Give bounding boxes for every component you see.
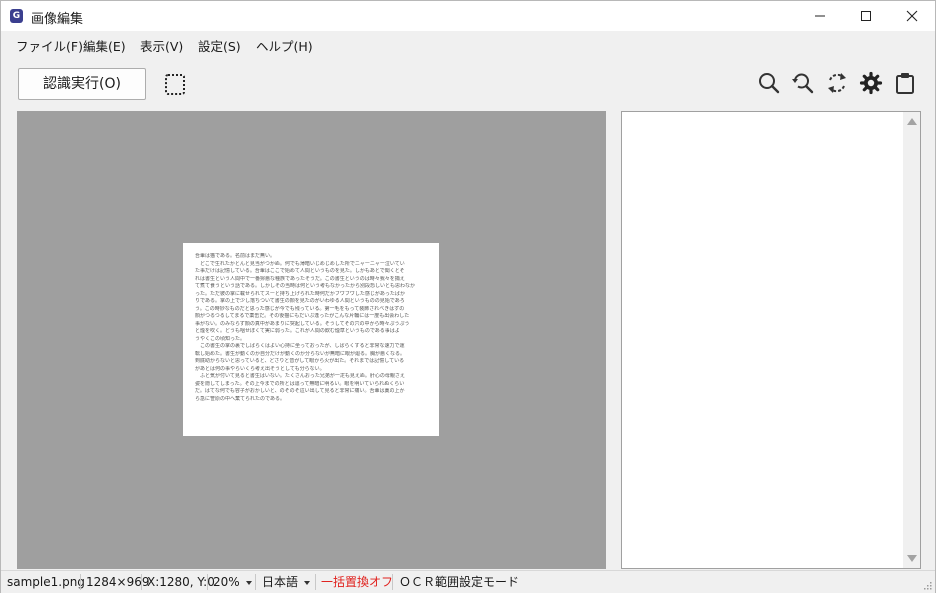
status-divider	[207, 574, 208, 590]
scroll-up-icon[interactable]	[907, 118, 917, 125]
settings-icon[interactable]	[859, 71, 883, 95]
image-canvas[interactable]: 吾輩は猫である。名前はまだ無い。 どこで生れたかとんと見当がつかぬ。何でも薄暗い…	[17, 111, 606, 569]
document-line: れは書生という人間中で一番獰悪な種族であったそうだ。この書生というのは時々我々を…	[195, 275, 405, 282]
menu-help[interactable]: ヘルプ(H)	[256, 36, 313, 55]
menu-edit[interactable]: 編集(E)	[83, 36, 126, 55]
document-line: と煙を吹く。どうも咽せぽくて実に弱った。これが人間の飲む煙草というものである事は…	[195, 328, 400, 334]
status-divider	[392, 574, 393, 590]
chevron-down-icon	[304, 580, 311, 585]
status-filename: sample1.png	[7, 575, 85, 589]
maximize-button[interactable]	[843, 1, 889, 31]
title-bar: G 画像編集	[1, 1, 935, 31]
close-button[interactable]	[889, 1, 935, 31]
menu-file[interactable]: ファイル(F)	[16, 36, 83, 55]
document-image: 吾輩は猫である。名前はまだ無い。 どこで生れたかとんと見当がつかぬ。何でも薄暗い…	[183, 243, 439, 436]
document-line: 転し始めた。書生が動くのか自分だけが動くのか分らないが無暗に眼が廻る。胸が悪くな…	[195, 350, 406, 357]
chevron-down-icon	[245, 580, 252, 585]
status-coordinates: X:1280, Y:0	[147, 575, 215, 589]
close-icon	[906, 10, 918, 22]
run-recognition-button[interactable]: 認識実行(O)	[18, 68, 146, 100]
document-line: 事がない。のみならず顔の真中があまりに突起している。そうしてその穴の中から時々ぷ…	[195, 320, 410, 327]
document-line: どこで生れたかとんと見当がつかぬ。何でも薄暗いじめじめした所でニャーニャー泣いて…	[195, 260, 405, 267]
language-value: 日本語	[262, 575, 299, 589]
document-line: だ。はてな何でも容子がおかしいと、のそのそ這い出して見ると非常に痛い。吾輩は藁の…	[195, 388, 405, 394]
document-line: りである。掌の上で少し落ちついて書生の顔を見たのがいわゆる人間というものの見始で…	[195, 298, 405, 304]
rotate-icon[interactable]	[825, 71, 849, 95]
document-line: う。この時妙なものだと思った感じが今でも残っている。第一毛をもって装飾されべきは…	[195, 305, 405, 312]
zoom-value: 20%	[213, 575, 240, 589]
window-title: 画像編集	[31, 12, 84, 27]
scroll-down-icon[interactable]	[907, 555, 917, 562]
document-line: 到底助からないと思っていると、どさりと音がして眼から火が出た。それまでは記憶して…	[195, 358, 405, 364]
app-window: G 画像編集 ファイル(F) 編集(E) 表示(V) 設定(S) ヘルプ(H) …	[0, 0, 936, 593]
status-divider	[315, 574, 316, 590]
status-divider	[141, 574, 142, 590]
status-mode: ＯＣＲ範囲設定モード	[399, 575, 520, 589]
minimize-icon	[815, 15, 825, 17]
status-divider	[80, 574, 81, 590]
document-line: 顔がつるつるしてまるで薬缶だ。その後猫にもだいぶ逢ったがこんな片輪には一度も出会…	[195, 313, 410, 319]
document-line: この書生の掌の裏でしばらくはよい心持に坐っておったが、しばらくすると非常な速力で…	[195, 343, 405, 349]
status-bar: sample1.png 1284×969 X:1280, Y:0 20% 日本語…	[1, 570, 935, 593]
search-icon[interactable]	[757, 71, 781, 95]
language-dropdown[interactable]: 日本語	[262, 574, 311, 590]
document-line: った。ただ彼の掌に載せられてスーと持ち上げられた時何だかフワフワした感じがあった…	[195, 290, 405, 297]
clipboard-icon[interactable]	[893, 71, 917, 95]
document-line: た事だけは記憶している。吾輩はここで始めて人間というものを見た。しかもあとで聞く…	[195, 268, 405, 274]
document-line: うやくこの頃知った。	[195, 335, 246, 342]
result-scrollbar[interactable]	[903, 112, 920, 568]
menu-view[interactable]: 表示(V)	[140, 36, 183, 55]
app-icon: G	[10, 9, 23, 23]
minimize-button[interactable]	[797, 1, 843, 31]
maximize-icon	[861, 11, 871, 21]
document-line: 吾輩は猫である。名前はまだ無い。	[195, 253, 275, 259]
status-divider	[255, 574, 256, 590]
document-line: があとは何の事やらいくら考え出そうとしても分らない。	[195, 365, 325, 372]
menu-settings[interactable]: 設定(S)	[198, 36, 241, 55]
ocr-result-textarea[interactable]	[621, 111, 921, 569]
document-line: 姿を隠してしまった。その上今までの所とは違って無暗に明るい。眼を明いていられぬく…	[195, 380, 405, 387]
document-line: ふと気が付いて見ると書生はいない。たくさんおった兄弟が一疋も見えぬ。肝心の母親さ…	[195, 373, 405, 379]
document-line: ら急に笹原の中へ棄てられたのである。	[195, 395, 285, 402]
status-dimensions: 1284×969	[86, 575, 150, 589]
zoom-dropdown[interactable]: 20%	[213, 574, 252, 590]
menu-bar: ファイル(F) 編集(E) 表示(V) 設定(S) ヘルプ(H)	[1, 31, 935, 57]
search-replace-icon[interactable]	[791, 71, 815, 95]
select-area-icon[interactable]	[165, 74, 185, 95]
batch-replace-toggle[interactable]: 一括置換オフ	[321, 574, 393, 590]
document-line: て煮て食うという話である。しかしその当時は何という考もなかったから別段恐しいとも…	[195, 283, 415, 289]
resize-grip-icon[interactable]	[922, 580, 932, 590]
